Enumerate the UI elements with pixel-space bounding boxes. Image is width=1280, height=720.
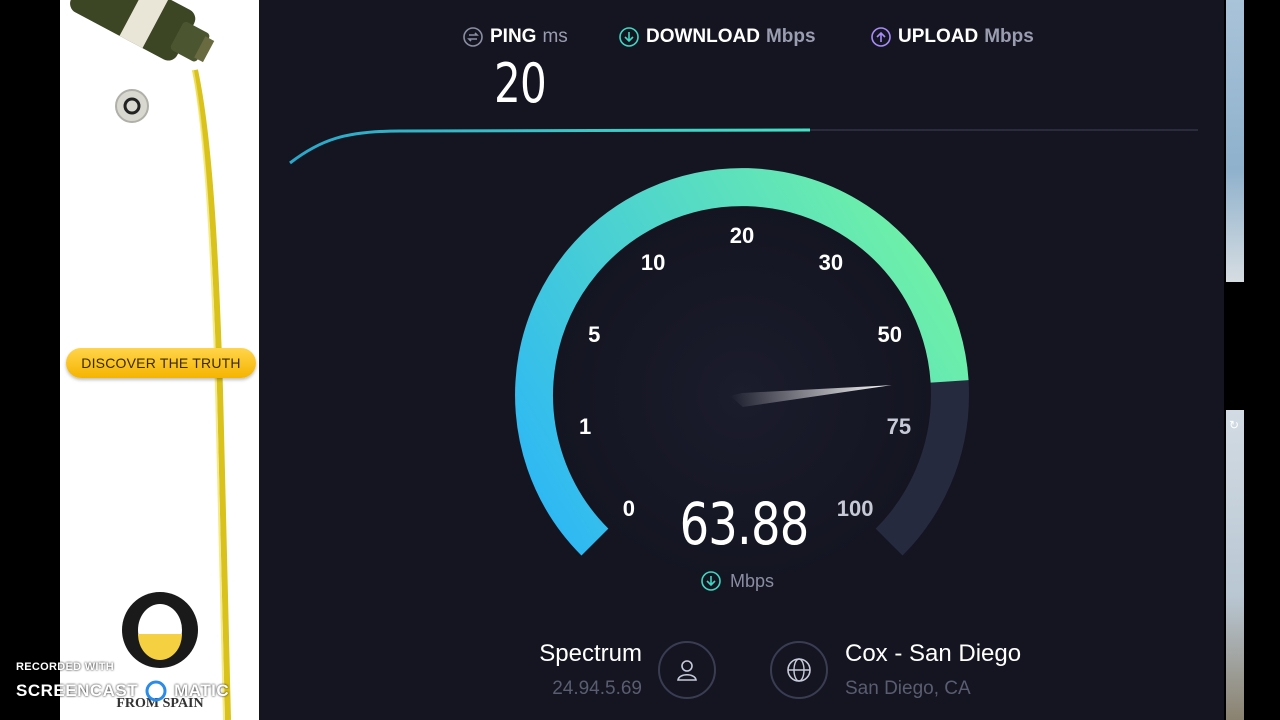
gauge-tick-75: 75 bbox=[887, 414, 911, 439]
change-server-button[interactable] bbox=[770, 641, 828, 699]
gauge-tick-100: 100 bbox=[837, 496, 874, 521]
speed-unit-label: Mbps bbox=[730, 570, 775, 591]
gauge-tick-0: 0 bbox=[623, 496, 635, 521]
isp-ip: 24.94.5.69 bbox=[552, 678, 642, 699]
watermark-brand: SCREENCAST MATIC bbox=[16, 680, 229, 702]
gauge-tick-20: 20 bbox=[730, 223, 754, 248]
refresh-icon: ↻ bbox=[1229, 418, 1240, 432]
left-black-bar bbox=[0, 0, 60, 720]
server-name: Cox - San Diego bbox=[845, 640, 1022, 667]
watermark-brand-part2: MATIC bbox=[174, 681, 230, 700]
server-location: San Diego, CA bbox=[845, 678, 971, 699]
gauge-tick-30: 30 bbox=[819, 250, 843, 275]
background-window-thumbnail-bottom bbox=[1226, 410, 1244, 720]
download-small-icon bbox=[701, 571, 721, 591]
download-progress-line bbox=[289, 128, 811, 165]
discover-the-truth-button[interactable]: DISCOVER THE TRUTH bbox=[66, 348, 256, 378]
globe-icon bbox=[787, 658, 811, 682]
isp-name: Spectrum bbox=[539, 640, 642, 667]
screencast-logo-icon bbox=[145, 680, 167, 702]
speed-gauge: 0 1 5 10 20 30 50 75 100 bbox=[289, 128, 1198, 585]
gauge-tick-5: 5 bbox=[588, 322, 600, 347]
background-window-thumbnail-top bbox=[1226, 0, 1244, 282]
gauge-tick-1: 1 bbox=[579, 414, 591, 439]
user-icon bbox=[677, 660, 697, 681]
download-speed-value: 63.88 bbox=[679, 490, 810, 558]
user-account-button[interactable] bbox=[658, 641, 716, 699]
speed-unit-row: Mbps bbox=[700, 570, 774, 592]
olive-oil-logo-icon bbox=[122, 592, 198, 668]
watermark-brand-part1: SCREENCAST bbox=[16, 681, 139, 700]
gauge-tick-50: 50 bbox=[878, 322, 902, 347]
watermark-recorded-with: RECORDED WITH bbox=[16, 661, 115, 673]
gauge-tick-10: 10 bbox=[641, 250, 665, 275]
